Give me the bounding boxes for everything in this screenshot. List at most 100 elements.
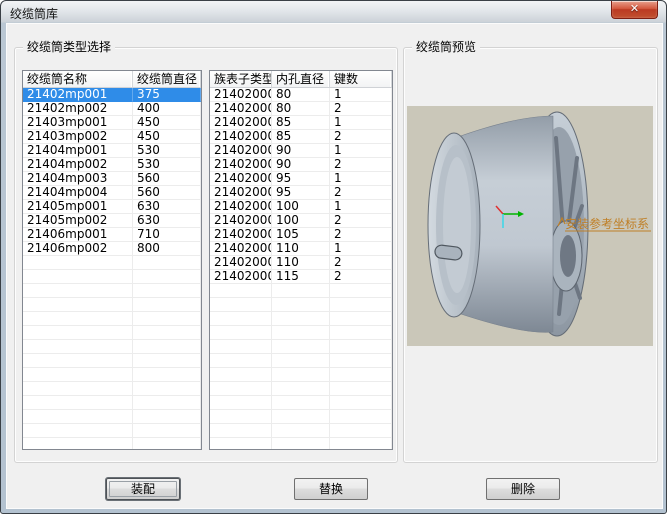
table-row[interactable]: 2140200011801 bbox=[210, 88, 392, 102]
table-row[interactable]: 21402000461101 bbox=[210, 242, 392, 256]
table-cell[interactable]: 560 bbox=[133, 172, 201, 186]
table-row[interactable]: 21403mp002450 bbox=[23, 130, 201, 144]
table-row-empty[interactable] bbox=[210, 284, 392, 298]
table-cell[interactable]: 80 bbox=[272, 88, 330, 102]
table-row-empty[interactable] bbox=[23, 354, 201, 368]
assemble-button[interactable]: 装配 bbox=[106, 478, 180, 500]
table-cell[interactable]: 2140200011 bbox=[210, 88, 272, 102]
table-cell[interactable] bbox=[330, 298, 392, 312]
table-cell[interactable] bbox=[210, 284, 272, 298]
table-cell[interactable] bbox=[23, 256, 133, 270]
table-cell[interactable] bbox=[133, 354, 201, 368]
table-row-empty[interactable] bbox=[23, 368, 201, 382]
table-cell[interactable] bbox=[210, 312, 272, 326]
table-row[interactable]: 21402000451001 bbox=[210, 200, 392, 214]
table-cell[interactable]: 450 bbox=[133, 130, 201, 144]
table-cell[interactable] bbox=[23, 284, 133, 298]
table-cell[interactable]: 2140200021 bbox=[210, 256, 272, 270]
table-cell[interactable]: 2 bbox=[330, 228, 392, 242]
table-row-empty[interactable] bbox=[23, 424, 201, 438]
table-cell[interactable] bbox=[272, 410, 330, 424]
table-cell[interactable]: 115 bbox=[272, 270, 330, 284]
table-cell[interactable] bbox=[133, 340, 201, 354]
table-row-empty[interactable] bbox=[23, 382, 201, 396]
table-cell[interactable] bbox=[330, 368, 392, 382]
table-cell[interactable] bbox=[23, 354, 133, 368]
table-cell[interactable] bbox=[210, 326, 272, 340]
table-row[interactable]: 21406mp002800 bbox=[23, 242, 201, 256]
table-row[interactable]: 21404mp002530 bbox=[23, 158, 201, 172]
table-row-empty[interactable] bbox=[210, 396, 392, 410]
table-cell[interactable]: 530 bbox=[133, 144, 201, 158]
table-cell[interactable] bbox=[133, 396, 201, 410]
table-cell[interactable] bbox=[23, 270, 133, 284]
table-cell[interactable] bbox=[272, 438, 330, 450]
table-row-empty[interactable] bbox=[210, 438, 392, 450]
table-cell[interactable] bbox=[133, 326, 201, 340]
table-cell[interactable]: 2 bbox=[330, 102, 392, 116]
table-cell[interactable]: 21403mp001 bbox=[23, 116, 133, 130]
table-row[interactable]: 2140200013851 bbox=[210, 116, 392, 130]
table-cell[interactable] bbox=[272, 424, 330, 438]
table-cell[interactable]: 450 bbox=[133, 116, 201, 130]
drum-table[interactable]: 绞缆筒名称绞缆筒直径21402mp00137521402mp0024002140… bbox=[22, 70, 202, 450]
table-cell[interactable]: 100 bbox=[272, 200, 330, 214]
table-cell[interactable]: 90 bbox=[272, 144, 330, 158]
table-cell[interactable]: 21404mp002 bbox=[23, 158, 133, 172]
table-cell[interactable]: 2140200017 bbox=[210, 172, 272, 186]
table-cell[interactable] bbox=[133, 368, 201, 382]
table-cell[interactable] bbox=[330, 340, 392, 354]
table-row[interactable]: 21402000211102 bbox=[210, 256, 392, 270]
table-cell[interactable]: 2140200013 bbox=[210, 116, 272, 130]
table-row[interactable]: 2140200017951 bbox=[210, 172, 392, 186]
table-cell[interactable] bbox=[330, 326, 392, 340]
table-cell[interactable] bbox=[23, 410, 133, 424]
table-cell[interactable]: 21405mp002 bbox=[23, 214, 133, 228]
table-cell[interactable]: 2140200022 bbox=[210, 270, 272, 284]
column-header[interactable]: 族表子类型 bbox=[210, 71, 272, 87]
table-cell[interactable]: 2140200046 bbox=[210, 242, 272, 256]
table-cell[interactable]: 1 bbox=[330, 88, 392, 102]
table-cell[interactable]: 21404mp003 bbox=[23, 172, 133, 186]
table-row[interactable]: 21406mp001710 bbox=[23, 228, 201, 242]
table-cell[interactable]: 2140200020 bbox=[210, 228, 272, 242]
table-cell[interactable] bbox=[133, 298, 201, 312]
table-cell[interactable]: 21405mp001 bbox=[23, 200, 133, 214]
table-cell[interactable] bbox=[133, 424, 201, 438]
table-cell[interactable] bbox=[272, 326, 330, 340]
table-cell[interactable] bbox=[272, 368, 330, 382]
table-cell[interactable] bbox=[23, 396, 133, 410]
table-cell[interactable]: 1 bbox=[330, 172, 392, 186]
table-cell[interactable]: 1 bbox=[330, 116, 392, 130]
table-cell[interactable] bbox=[23, 368, 133, 382]
table-cell[interactable] bbox=[330, 396, 392, 410]
table-row[interactable]: 21402000201052 bbox=[210, 228, 392, 242]
replace-button[interactable]: 替换 bbox=[294, 478, 368, 500]
table-row-empty[interactable] bbox=[210, 424, 392, 438]
table-cell[interactable] bbox=[330, 312, 392, 326]
table-cell[interactable]: 80 bbox=[272, 102, 330, 116]
table-cell[interactable]: 2140200016 bbox=[210, 158, 272, 172]
table-row[interactable]: 21403mp001450 bbox=[23, 116, 201, 130]
title-bar[interactable]: 绞缆筒库 ✕ bbox=[1, 1, 666, 23]
table-cell[interactable]: 1 bbox=[330, 144, 392, 158]
table-cell[interactable] bbox=[133, 438, 201, 450]
table-cell[interactable] bbox=[210, 424, 272, 438]
table-row-empty[interactable] bbox=[210, 312, 392, 326]
table-cell[interactable] bbox=[272, 382, 330, 396]
table-row-empty[interactable] bbox=[210, 382, 392, 396]
table-cell[interactable]: 100 bbox=[272, 214, 330, 228]
table-cell[interactable] bbox=[133, 270, 201, 284]
table-row-empty[interactable] bbox=[23, 326, 201, 340]
table-cell[interactable] bbox=[23, 424, 133, 438]
table-cell[interactable] bbox=[133, 284, 201, 298]
table-cell[interactable] bbox=[23, 438, 133, 450]
table-cell[interactable]: 21402mp002 bbox=[23, 102, 133, 116]
table-cell[interactable]: 2 bbox=[330, 270, 392, 284]
table-cell[interactable]: 2 bbox=[330, 130, 392, 144]
table-row-empty[interactable] bbox=[23, 312, 201, 326]
table-cell[interactable]: 2140200019 bbox=[210, 214, 272, 228]
table-cell[interactable] bbox=[133, 410, 201, 424]
table-row-empty[interactable] bbox=[210, 298, 392, 312]
table-cell[interactable] bbox=[330, 354, 392, 368]
